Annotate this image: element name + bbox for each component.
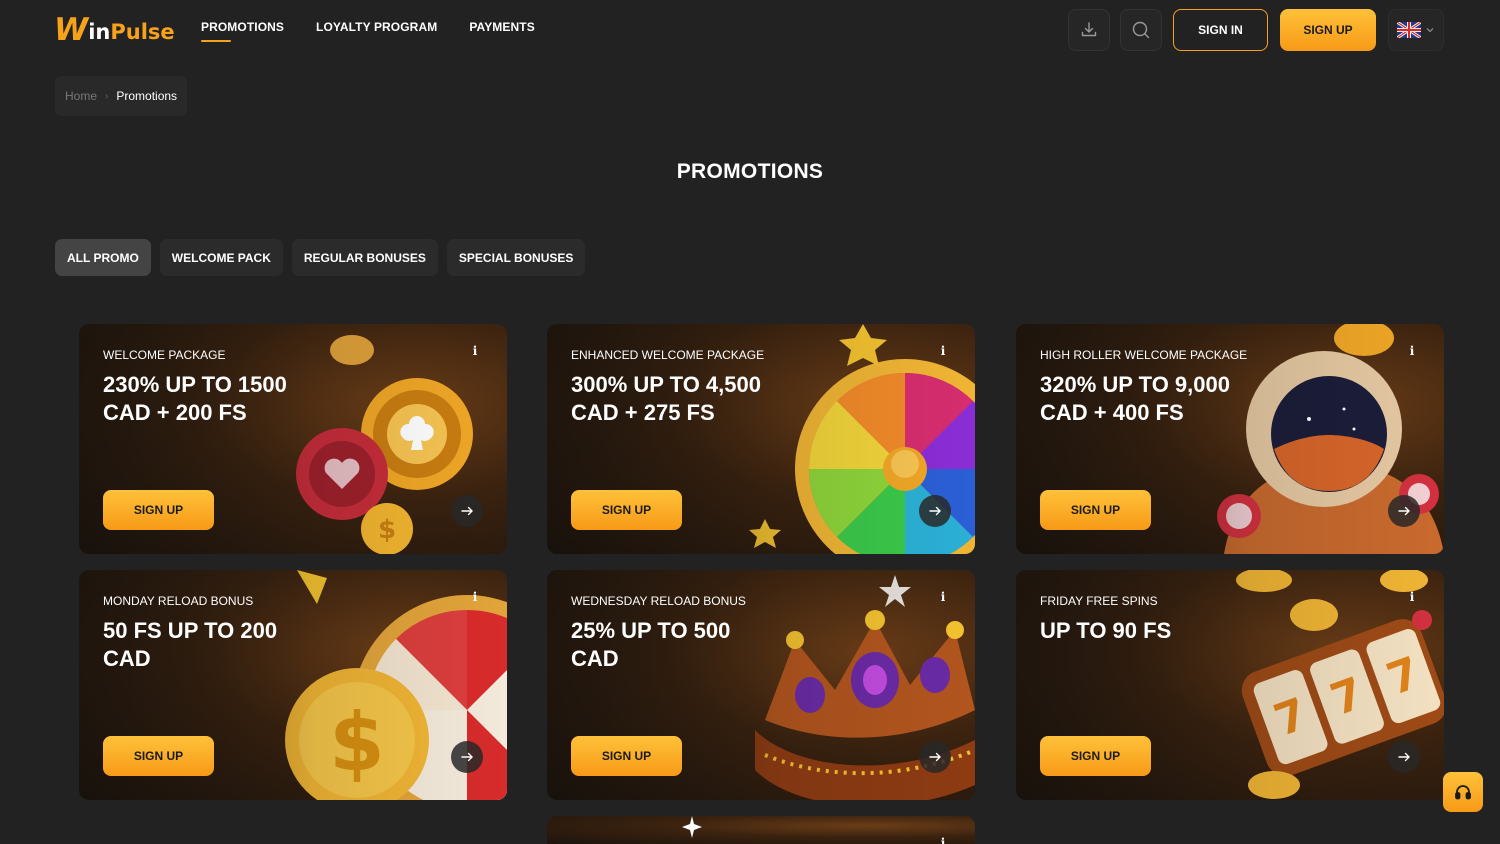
arrow-right-icon[interactable] <box>919 741 951 773</box>
card-kicker: FRIDAY FREE SPINS <box>1040 594 1158 608</box>
logo-pulse: Pulse <box>110 20 175 44</box>
main-nav: PROMOTIONS LOYALTY PROGRAM PAYMENTS <box>201 20 535 42</box>
card-sign-up-button[interactable]: SIGN UP <box>571 490 682 530</box>
support-button[interactable] <box>1443 772 1483 812</box>
card-title: 50 FS UP TO 200 CAD <box>103 618 278 671</box>
arrow-right-icon[interactable] <box>451 495 483 527</box>
promo-card[interactable]: HIGH ROLLER WELCOME PACKAGE 320% UP TO 9… <box>1016 324 1444 554</box>
card-sign-up-button[interactable]: SIGN UP <box>103 490 214 530</box>
tab-all-promo[interactable]: ALL PROMO <box>55 239 151 276</box>
arrow-right-icon[interactable] <box>1388 741 1420 773</box>
info-icon[interactable]: i <box>467 344 483 360</box>
promo-card[interactable]: $ MONDAY RELOAD BONUS 50 FS UP TO 200 CA… <box>79 570 507 800</box>
card-title: 320% UP TO 9,000 CAD + 400 FS <box>1040 372 1230 425</box>
tab-special-bonuses[interactable]: SPECIAL BONUSES <box>446 239 586 276</box>
chevron-right-icon: › <box>105 90 109 102</box>
nav-payments[interactable]: PAYMENTS <box>469 20 534 42</box>
card-kicker: WEDNESDAY RELOAD BONUS <box>571 594 746 608</box>
card-title: UP TO 90 FS <box>1040 618 1172 643</box>
promo-card-partial[interactable]: i <box>547 816 975 844</box>
card-title: 300% UP TO 4,500 CAD + 275 FS <box>571 372 761 425</box>
card-kicker: HIGH ROLLER WELCOME PACKAGE <box>1040 348 1248 362</box>
search-button[interactable] <box>1120 9 1162 51</box>
uk-flag-icon <box>1397 22 1421 38</box>
info-icon[interactable]: i <box>935 836 951 844</box>
winpulse-logo[interactable]: W in Pulse <box>54 12 175 48</box>
promo-card[interactable]: ENHANCED WELCOME PACKAGE 300% UP TO 4,50… <box>547 324 975 554</box>
search-icon <box>1132 21 1150 39</box>
download-button[interactable] <box>1068 9 1110 51</box>
card-title: 230% UP TO 1500 CAD + 200 FS <box>103 372 287 425</box>
arrow-right-icon[interactable] <box>919 495 951 527</box>
logo-w: W <box>54 12 88 48</box>
tab-regular-bonuses[interactable]: REGULAR BONUSES <box>291 239 438 276</box>
card-kicker: WELCOME PACKAGE <box>103 348 226 362</box>
info-icon[interactable]: i <box>467 590 483 606</box>
sign-in-button[interactable]: SIGN IN <box>1173 9 1268 51</box>
language-selector[interactable] <box>1388 9 1444 51</box>
info-icon[interactable]: i <box>1404 344 1420 360</box>
card-kicker: ENHANCED WELCOME PACKAGE <box>571 348 765 362</box>
chevron-down-icon <box>1426 28 1434 33</box>
breadcrumb-current: Promotions <box>116 89 178 103</box>
card-title: 25% UP TO 500 CAD <box>571 618 731 671</box>
card-sign-up-button[interactable]: SIGN UP <box>571 736 682 776</box>
nav-promotions[interactable]: PROMOTIONS <box>201 20 284 42</box>
sparkle-icon <box>682 816 702 838</box>
tab-welcome-pack[interactable]: WELCOME PACK <box>159 239 283 276</box>
download-icon <box>1081 22 1097 37</box>
breadcrumb-home[interactable]: Home <box>65 89 97 103</box>
site-header: W in Pulse PROMOTIONS LOYALTY PROGRAM PA… <box>0 0 1500 60</box>
page-title: PROMOTIONS <box>676 160 824 183</box>
nav-loyalty-program[interactable]: LOYALTY PROGRAM <box>316 20 437 42</box>
promo-filter-tabs: ALL PROMO WELCOME PACK REGULAR BONUSES S… <box>55 239 586 276</box>
info-icon[interactable]: i <box>935 344 951 360</box>
logo-in: in <box>88 20 111 44</box>
card-sign-up-button[interactable]: SIGN UP <box>1040 736 1151 776</box>
headphones-icon <box>1455 785 1471 800</box>
arrow-right-icon[interactable] <box>451 741 483 773</box>
promo-card[interactable]: $ WELCOME PACKAGE 230% UP TO 1500 CAD + … <box>79 324 507 554</box>
breadcrumb: Home › Promotions <box>55 76 188 116</box>
info-icon[interactable]: i <box>1404 590 1420 606</box>
promo-card[interactable]: 7 7 7 FRIDAY FREE SPINS UP TO 90 FS SIGN… <box>1016 570 1444 800</box>
info-icon[interactable]: i <box>935 590 951 606</box>
promo-card[interactable]: WEDNESDAY RELOAD BONUS 25% UP TO 500 CAD… <box>547 570 975 800</box>
card-sign-up-button[interactable]: SIGN UP <box>103 736 214 776</box>
card-kicker: MONDAY RELOAD BONUS <box>103 594 254 608</box>
arrow-right-icon[interactable] <box>1388 495 1420 527</box>
sign-up-button[interactable]: SIGN UP <box>1280 9 1376 51</box>
card-sign-up-button[interactable]: SIGN UP <box>1040 490 1151 530</box>
